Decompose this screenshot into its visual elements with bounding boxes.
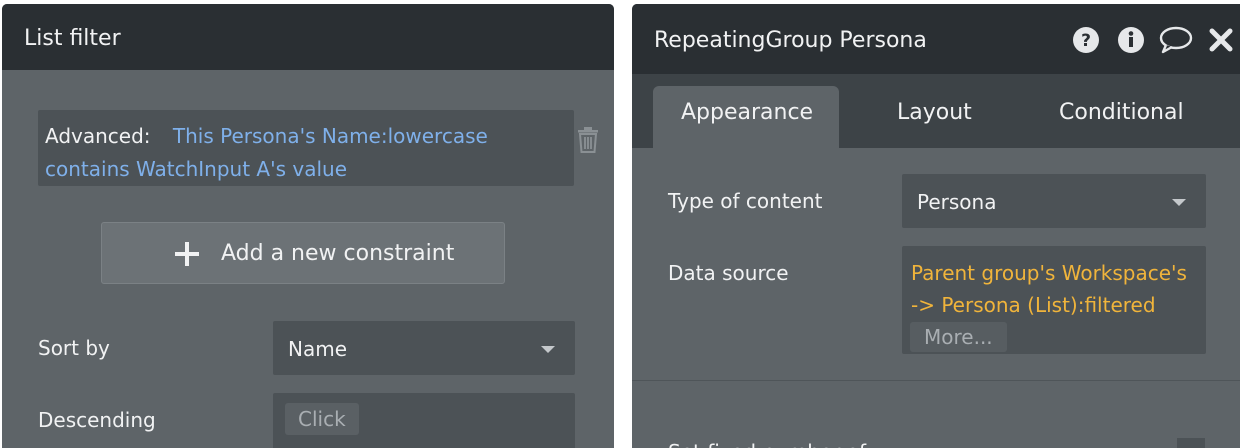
section-divider	[632, 380, 1240, 381]
type-of-content-label: Type of content	[668, 189, 823, 213]
list-filter-header: List filter	[2, 4, 614, 70]
property-editor-header: RepeatingGroup Persona ?	[632, 4, 1240, 74]
fixed-number-label: Set fixed number of	[668, 440, 866, 448]
advanced-filter-box[interactable]: Advanced: This Persona's Name:lowercase …	[38, 110, 574, 186]
list-filter-title: List filter	[24, 26, 121, 51]
fixed-number-checkbox[interactable]	[1177, 438, 1205, 448]
chevron-down-icon	[541, 346, 555, 353]
chevron-down-icon	[1172, 199, 1186, 206]
sort-by-dropdown[interactable]: Name	[273, 321, 575, 375]
advanced-expression-part-2[interactable]: contains WatchInput A's value	[45, 157, 347, 181]
descending-label: Descending	[38, 408, 156, 432]
property-editor-title: RepeatingGroup Persona	[654, 28, 927, 53]
tab-appearance[interactable]: Appearance	[653, 86, 839, 148]
sort-by-value: Name	[288, 337, 348, 361]
data-source-field[interactable]: Parent group's Workspace's -> Persona (L…	[902, 246, 1206, 354]
close-icon[interactable]	[1208, 26, 1234, 54]
svg-text:?: ?	[1081, 31, 1091, 51]
data-source-expression-line-1[interactable]: Parent group's Workspace's	[911, 261, 1187, 285]
property-editor-panel: RepeatingGroup Persona ? Appearance Layo…	[632, 4, 1240, 448]
tab-layout[interactable]: Layout	[897, 100, 972, 125]
data-source-expression-line-2[interactable]: -> Persona (List):filtered	[911, 293, 1156, 317]
more-button[interactable]: More...	[910, 322, 1007, 352]
advanced-line-2: contains WatchInput A's value	[45, 157, 347, 181]
speech-bubble-icon[interactable]	[1159, 26, 1193, 54]
tab-appearance-label: Appearance	[681, 100, 814, 125]
descending-click-button[interactable]: Click	[285, 403, 359, 435]
advanced-expression-part-1[interactable]: This Persona's Name:lowercase	[173, 124, 488, 148]
info-circle-icon[interactable]	[1117, 26, 1145, 54]
type-of-content-value: Persona	[917, 190, 997, 214]
question-circle-icon[interactable]: ?	[1072, 26, 1100, 54]
type-of-content-dropdown[interactable]: Persona	[902, 174, 1206, 228]
advanced-line-1: Advanced: This Persona's Name:lowercase	[45, 124, 488, 148]
plus-icon	[175, 242, 199, 266]
data-source-label: Data source	[668, 261, 789, 285]
list-filter-panel: List filter Advanced: This Persona's Nam…	[2, 4, 614, 448]
tabs-bar: Appearance Layout Conditional	[632, 74, 1240, 148]
add-constraint-label: Add a new constraint	[221, 241, 455, 266]
advanced-label: Advanced:	[45, 124, 151, 148]
trash-icon[interactable]	[576, 126, 600, 154]
descending-field: Click	[273, 393, 575, 448]
sort-by-label: Sort by	[38, 336, 110, 360]
tab-conditional[interactable]: Conditional	[1059, 100, 1184, 125]
add-constraint-button[interactable]: Add a new constraint	[101, 222, 505, 284]
